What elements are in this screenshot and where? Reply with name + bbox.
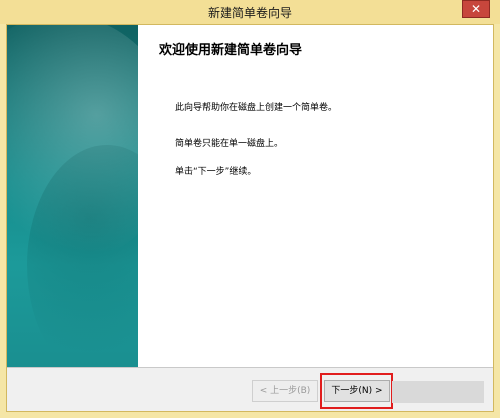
next-button[interactable]: 下一步(N) > [324, 380, 390, 402]
wizard-content: 欢迎使用新建简单卷向导 此向导帮助你在磁盘上创建一个简单卷。 简单卷只能在单一磁… [138, 25, 493, 367]
welcome-heading: 欢迎使用新建简单卷向导 [159, 43, 303, 58]
wizard-side-banner [7, 25, 138, 367]
back-button[interactable]: < 上一步(B) [252, 380, 318, 402]
obscured-button-area [392, 381, 484, 403]
single-disk-text: 简单卷只能在单一磁盘上。 [175, 139, 284, 149]
window-title: 新建简单卷向导 [207, 6, 292, 20]
wizard-frame: 欢迎使用新建简单卷向导 此向导帮助你在磁盘上创建一个简单卷。 简单卷只能在单一磁… [6, 24, 494, 412]
continue-instruction-text: 单击“下一步”继续。 [175, 167, 257, 177]
wizard-footer: < 上一步(B) 下一步(N) > [7, 367, 493, 411]
intro-text: 此向导帮助你在磁盘上创建一个简单卷。 [175, 103, 338, 113]
title-bar[interactable]: 新建简单卷向导 ✕ [0, 0, 500, 24]
wizard-window: 新建简单卷向导 ✕ 欢迎使用新建简单卷向导 此向导帮助你在磁盘上创建一个简单卷。… [0, 0, 500, 418]
close-button[interactable]: ✕ [462, 0, 490, 18]
close-icon: ✕ [470, 2, 482, 16]
